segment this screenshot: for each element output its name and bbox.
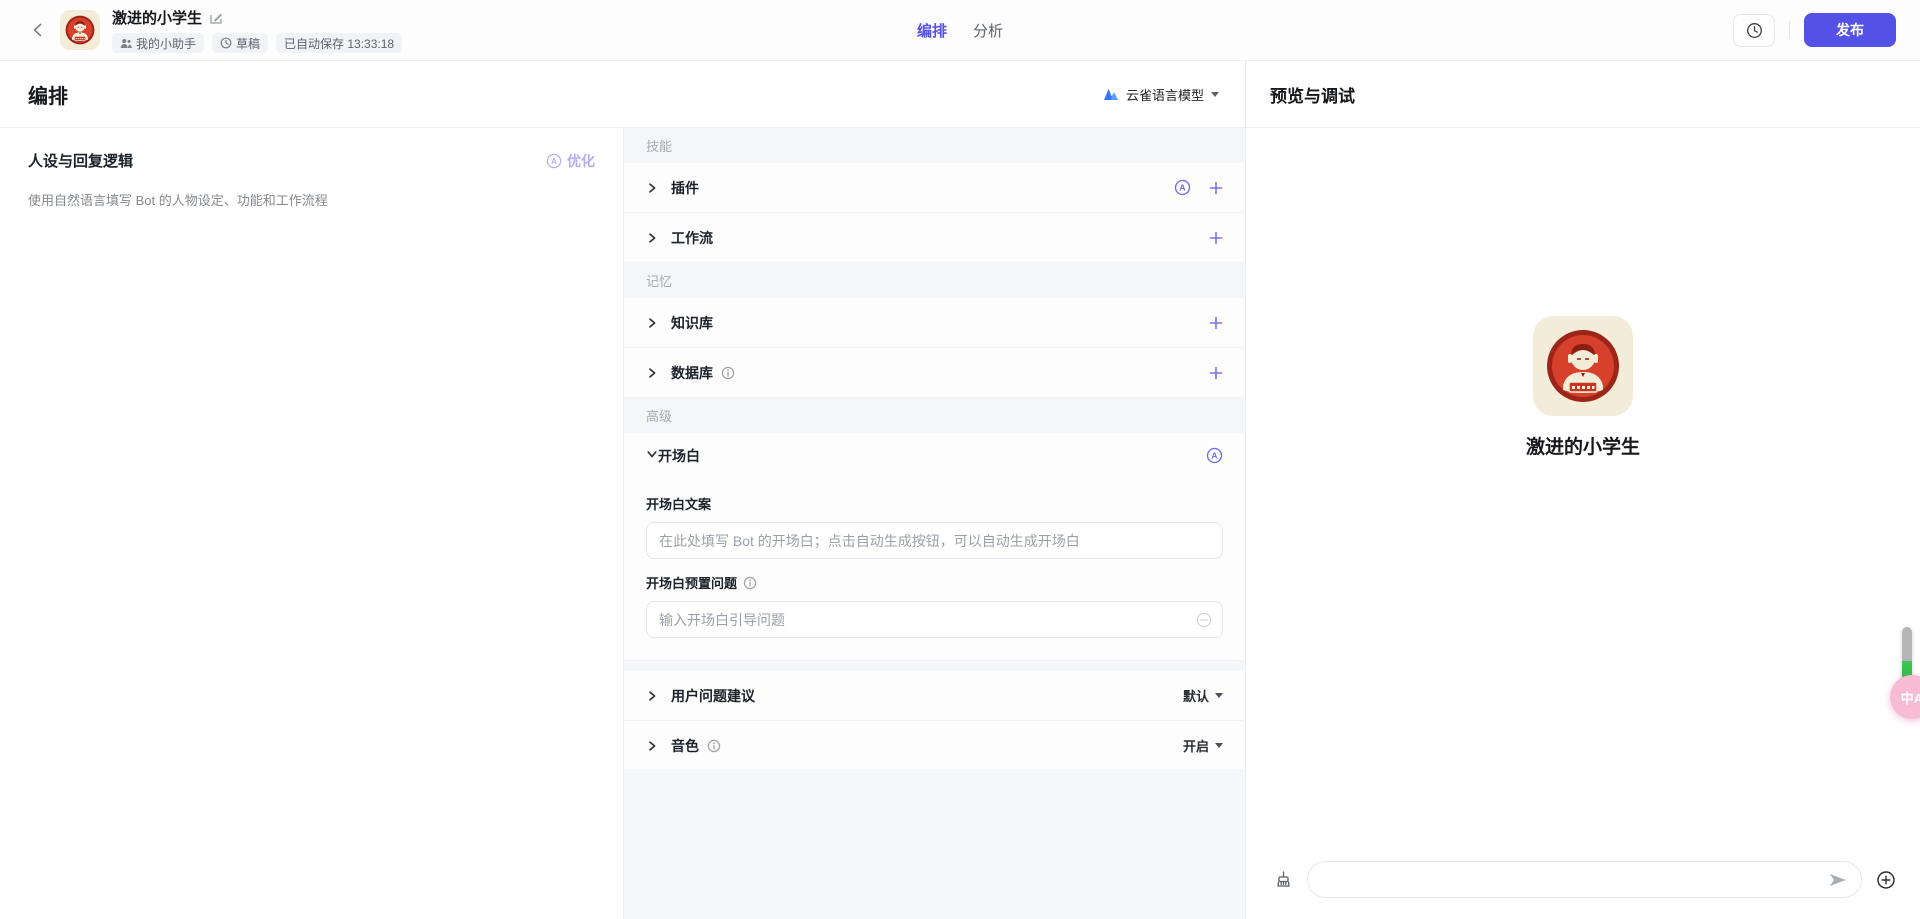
add-knowledge-icon[interactable] xyxy=(1209,316,1223,330)
chevron-down-icon xyxy=(646,447,658,465)
title-block: 激进的小学生 我的小助手 草稿 已自动保存 13:33:18 xyxy=(112,7,403,53)
row-workflow[interactable]: 工作流 xyxy=(624,213,1245,263)
edit-title-icon[interactable] xyxy=(209,11,223,25)
clear-context-icon[interactable] xyxy=(1274,870,1293,889)
publish-button[interactable]: 发布 xyxy=(1804,13,1896,47)
chevron-right-icon xyxy=(646,367,658,379)
opening-text-input[interactable] xyxy=(646,522,1223,559)
persona-title: 人设与回复逻辑 xyxy=(28,153,134,170)
suggestions-dropdown[interactable]: 默认 xyxy=(1183,686,1223,705)
divider xyxy=(1789,21,1790,39)
persona-panel: 人设与回复逻辑 A 优化 使用自然语言填写 Bot 的人物设定、功能和工作流程 xyxy=(0,128,624,919)
section-spacer xyxy=(624,661,1245,671)
model-name: 云雀语言模型 xyxy=(1125,87,1204,103)
chevron-right-icon xyxy=(646,317,658,329)
arrange-header: 编排 云雀语言模型 xyxy=(0,61,1245,128)
voice-dropdown[interactable]: 开启 xyxy=(1183,736,1223,755)
tab-analyze[interactable]: 分析 xyxy=(973,20,1003,41)
preview-bot-card: 激进的小学生 xyxy=(1246,316,1920,459)
row-suggestions[interactable]: 用户问题建议 默认 xyxy=(624,671,1245,721)
row-voice[interactable]: 音色 开启 xyxy=(624,721,1245,771)
draft-badge: 草稿 xyxy=(212,33,269,53)
info-icon[interactable] xyxy=(743,576,757,590)
top-header: 激进的小学生 我的小助手 草稿 已自动保存 13:33:18 编排 分析 发布 xyxy=(0,0,1920,61)
skills-band: 技能 xyxy=(624,128,1245,163)
caret-down-icon xyxy=(1215,693,1223,698)
preview-panel-title: 预览与调试 xyxy=(1270,86,1355,106)
send-icon[interactable] xyxy=(1828,872,1848,887)
opening-header[interactable]: 开场白 A xyxy=(624,433,1245,478)
advanced-band: 高级 xyxy=(624,398,1245,433)
row-plugins[interactable]: 插件 A xyxy=(624,163,1245,213)
header-actions: 发布 xyxy=(1733,13,1896,47)
preview-region: 预览与调试 激进的小学生 中A xyxy=(1246,61,1920,919)
arrange-panel-title: 编排 xyxy=(28,85,68,108)
memory-band: 记忆 xyxy=(624,263,1245,298)
caret-down-icon xyxy=(1211,91,1219,97)
chevron-left-icon xyxy=(33,23,42,37)
chat-input[interactable] xyxy=(1307,861,1862,898)
opening-section: 开场白 A 开场白文案 开场白预置问题 xyxy=(624,433,1245,661)
workspace: 编排 云雀语言模型 人设与回复逻辑 A 优化 使用自然语言填写 Bot 的人物设… xyxy=(0,61,1920,919)
persona-description[interactable]: 使用自然语言填写 Bot 的人物设定、功能和工作流程 xyxy=(28,191,595,211)
translate-fab[interactable]: 中A xyxy=(1890,675,1920,719)
add-plugin-icon[interactable] xyxy=(1209,181,1223,195)
info-icon[interactable] xyxy=(707,739,721,753)
bot-avatar xyxy=(60,10,100,50)
bot-avatar-large xyxy=(1533,316,1633,416)
main-tabs: 编排 分析 xyxy=(917,0,1003,60)
chevron-right-icon xyxy=(646,182,658,194)
model-selector[interactable]: 云雀语言模型 xyxy=(1103,85,1219,104)
ai-generate-icon[interactable]: A xyxy=(1174,179,1191,196)
settings-panel: 技能 插件 A 工作流 记忆 知识库 数据库 高级 开场白 A 开场白文案 在此… xyxy=(624,128,1245,919)
ai-optimize-icon: A xyxy=(546,153,562,168)
preview-header: 预览与调试 xyxy=(1246,61,1920,128)
opening-text-label: 开场白文案 xyxy=(646,497,712,512)
svg-text:A: A xyxy=(1179,183,1185,193)
optimize-button[interactable]: A 优化 xyxy=(546,151,595,171)
caret-down-icon xyxy=(1215,743,1223,748)
history-clock-icon xyxy=(1746,22,1762,38)
clock-icon xyxy=(220,37,232,49)
arrange-region: 编排 云雀语言模型 人设与回复逻辑 A 优化 使用自然语言填写 Bot 的人物设… xyxy=(0,61,1246,919)
bot-title: 激进的小学生 xyxy=(112,10,203,27)
info-icon[interactable] xyxy=(721,366,735,380)
svg-text:A: A xyxy=(551,156,557,165)
arrange-body: 人设与回复逻辑 A 优化 使用自然语言填写 Bot 的人物设定、功能和工作流程 … xyxy=(0,128,1245,919)
team-icon xyxy=(120,38,132,48)
chevron-right-icon xyxy=(646,232,658,244)
add-attachment-icon[interactable] xyxy=(1876,870,1896,890)
translate-icon: 中A xyxy=(1900,690,1920,706)
chevron-right-icon xyxy=(646,740,658,752)
opening-questions-label: 开场白预置问题 xyxy=(646,573,1223,592)
svg-text:A: A xyxy=(1211,451,1217,461)
chat-bar xyxy=(1246,861,1920,898)
add-database-icon[interactable] xyxy=(1209,366,1223,380)
settings-empty-area xyxy=(624,771,1245,919)
preview-bot-name: 激进的小学生 xyxy=(1525,437,1640,458)
chevron-right-icon xyxy=(646,690,658,702)
row-knowledge[interactable]: 知识库 xyxy=(624,298,1245,348)
add-workflow-icon[interactable] xyxy=(1209,231,1223,245)
badge-row: 我的小助手 草稿 已自动保存 13:33:18 xyxy=(112,33,403,53)
model-logo-icon xyxy=(1103,89,1118,100)
tab-orchestrate[interactable]: 编排 xyxy=(917,20,947,41)
row-database[interactable]: 数据库 xyxy=(624,348,1245,398)
opening-question-input[interactable] xyxy=(646,601,1223,638)
remove-question-icon[interactable] xyxy=(1196,612,1212,628)
history-button[interactable] xyxy=(1733,13,1775,47)
workspace-badge: 我的小助手 xyxy=(112,33,205,53)
autosave-badge: 已自动保存 13:33:18 xyxy=(276,33,403,53)
back-button[interactable] xyxy=(24,16,52,44)
ai-generate-opening-icon[interactable]: A xyxy=(1206,447,1223,464)
